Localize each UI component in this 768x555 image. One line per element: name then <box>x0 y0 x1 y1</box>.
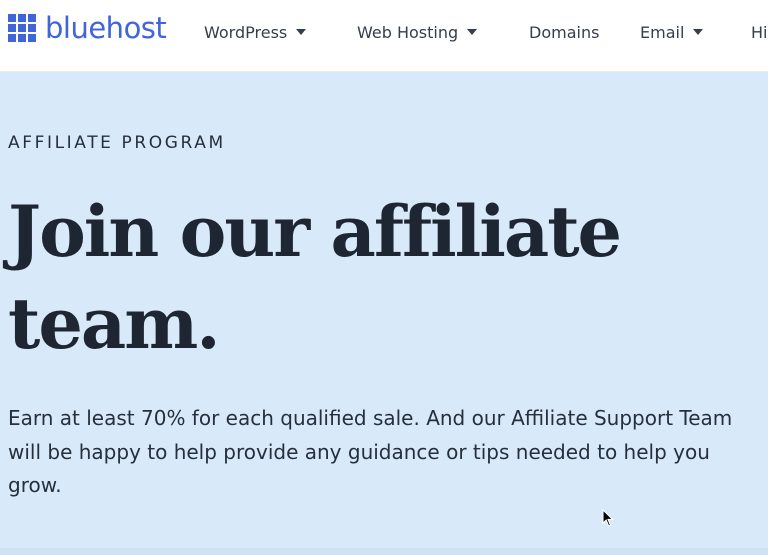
nav-item-wordpress[interactable]: WordPress <box>204 20 307 44</box>
grid-logo-icon <box>8 14 36 42</box>
nav-item-label: Hi <box>751 22 768 42</box>
nav-item-web-hosting[interactable]: Web Hosting <box>357 20 478 44</box>
nav-item-label: Web Hosting <box>357 22 459 42</box>
caret-down-icon <box>296 29 307 35</box>
section-eyebrow: AFFILIATE PROGRAM <box>8 133 226 153</box>
nav-item-email[interactable]: Email <box>640 20 704 44</box>
section-divider <box>0 548 768 555</box>
caret-down-icon <box>693 29 704 35</box>
caret-down-icon <box>467 29 478 35</box>
nav-item-hi[interactable]: Hi <box>751 20 767 44</box>
bluehost-logo[interactable]: bluehost <box>8 11 167 45</box>
nav-item-label: Email <box>640 22 685 42</box>
page-title: Join our affiliate team. <box>8 190 622 365</box>
nav-item-label: WordPress <box>204 22 288 42</box>
hero-description: Earn at least 70% for each qualified sal… <box>8 406 733 497</box>
site-header: bluehost WordPress Web Hosting Domains E… <box>0 0 768 72</box>
nav-item-domains[interactable]: Domains <box>529 20 599 44</box>
nav-item-label: Domains <box>529 22 600 42</box>
logo-wordmark: bluehost <box>45 11 167 45</box>
mouse-pointer-icon <box>602 509 614 527</box>
